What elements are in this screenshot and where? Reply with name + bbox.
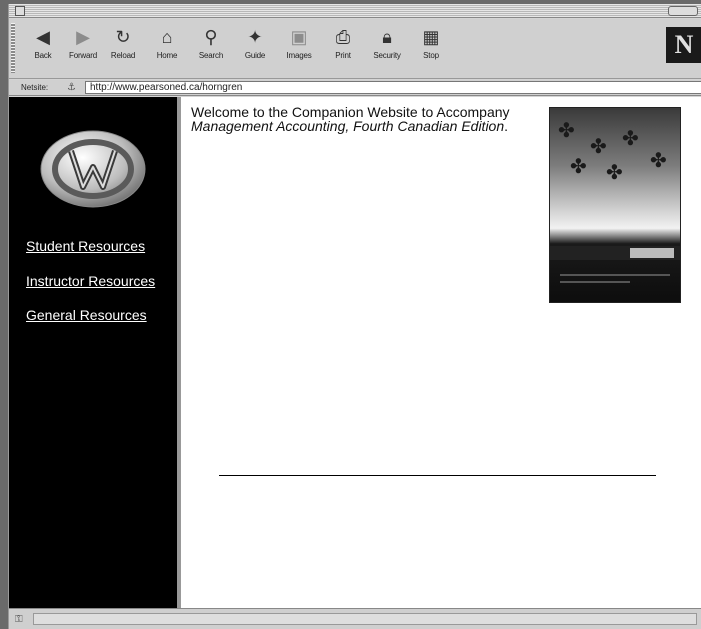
cover-author-line xyxy=(560,274,670,276)
title-bar[interactable] xyxy=(9,4,701,18)
skydiver-figure: ✤ xyxy=(558,120,575,142)
security-button[interactable]: 🔒︎ Security xyxy=(367,23,407,73)
status-message xyxy=(33,613,697,625)
student-resources-link[interactable]: Student Resources xyxy=(26,238,145,254)
sidebar: Student Resources Instructor Resources G… xyxy=(9,97,177,608)
back-button[interactable]: ◀ Back xyxy=(23,23,63,73)
images-button[interactable]: ▣ Images xyxy=(279,23,319,73)
status-bar: ⚿ xyxy=(9,608,701,629)
horizontal-rule xyxy=(219,475,656,476)
search-button[interactable]: ⚲ Search xyxy=(191,23,231,73)
stop-icon: ▦ xyxy=(422,27,440,47)
browser-window: ◀ Back ▶ Forward ↻ Reload ⌂ Home ⚲ Searc… xyxy=(8,4,701,629)
skydiver-figure: ✤ xyxy=(606,162,623,184)
location-bar: Netsite: ⚓︎ xyxy=(9,80,701,96)
welcome-suffix: . xyxy=(504,118,509,134)
back-icon: ◀ xyxy=(36,27,50,47)
forward-button[interactable]: ▶ Forward xyxy=(63,23,103,73)
stop-button[interactable]: ▦ Stop xyxy=(411,23,451,73)
print-button[interactable]: ⎙ Print xyxy=(323,23,363,73)
guide-button[interactable]: ✦ Guide xyxy=(235,23,275,73)
page-content: Student Resources Instructor Resources G… xyxy=(9,97,701,608)
home-icon: ⌂ xyxy=(161,27,173,47)
skydiver-figure: ✤ xyxy=(622,128,639,150)
general-resources-link[interactable]: General Resources xyxy=(26,307,147,323)
url-input[interactable] xyxy=(85,81,701,94)
cover-title-block xyxy=(630,248,674,258)
welcome-text: Welcome to the Companion Website to Acco… xyxy=(191,105,536,133)
toolbar-grip[interactable] xyxy=(11,23,15,73)
security-icon: 🔒︎ xyxy=(382,27,392,47)
book-title: Management Accounting, Fourth Canadian E… xyxy=(191,118,505,134)
companion-website-logo xyxy=(40,130,146,208)
skydiver-figure: ✤ xyxy=(570,156,587,178)
instructor-resources-link[interactable]: Instructor Resources xyxy=(26,273,155,289)
navigation-toolbar: ◀ Back ▶ Forward ↻ Reload ⌂ Home ⚲ Searc… xyxy=(9,19,701,79)
netscape-logo[interactable]: N xyxy=(666,27,701,63)
reload-button[interactable]: ↻ Reload xyxy=(103,23,143,73)
reload-icon: ↻ xyxy=(115,27,131,47)
forward-icon: ▶ xyxy=(76,27,90,47)
print-icon: ⎙ xyxy=(335,27,351,47)
skydiver-figure: ✤ xyxy=(650,150,667,172)
location-label: Netsite: xyxy=(21,83,49,92)
skydiver-figure: ✤ xyxy=(590,136,607,158)
security-status-icon[interactable]: ⚿ xyxy=(15,614,23,625)
page-proxy-icon[interactable]: ⚓︎ xyxy=(67,82,76,93)
close-box[interactable] xyxy=(15,6,25,16)
book-cover-image: ✤ ✤ ✤ ✤ ✤ ✤ xyxy=(549,107,681,303)
search-icon: ⚲ xyxy=(204,27,218,47)
home-button[interactable]: ⌂ Home xyxy=(147,23,187,73)
guide-icon: ✦ xyxy=(247,27,263,47)
cover-author-line xyxy=(560,281,630,283)
images-icon: ▣ xyxy=(290,27,308,47)
sidebar-edge xyxy=(177,97,181,608)
zoom-box[interactable] xyxy=(668,6,698,16)
